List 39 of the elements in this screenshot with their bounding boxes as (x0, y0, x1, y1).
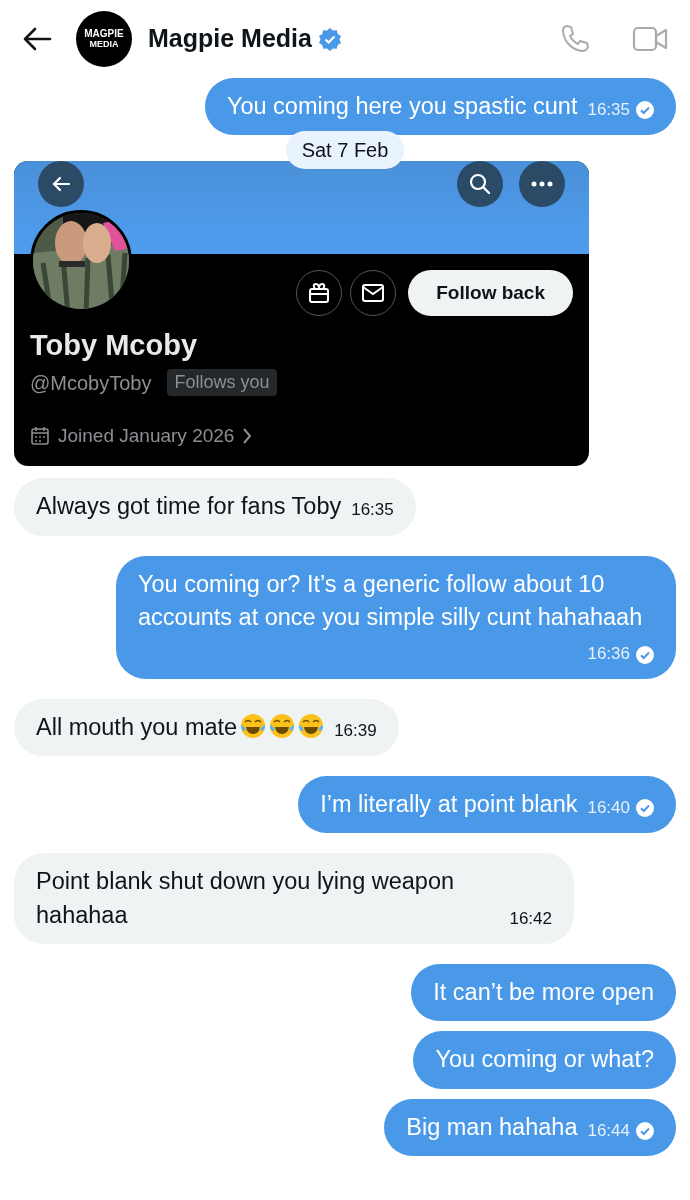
search-button[interactable] (457, 161, 503, 208)
message-time: 16:35 (351, 499, 394, 522)
profile-name: Toby Mcoby (30, 328, 199, 364)
calendar-icon (30, 426, 50, 447)
back-icon[interactable] (22, 27, 52, 51)
message-text: Point blank shut down you lying weapon hahahaa (36, 868, 455, 928)
message-text: It can’t be more open (433, 979, 654, 1005)
logo-text: MAGPIE (84, 29, 124, 40)
message-time: 16:42 (509, 907, 552, 930)
message-time: 16:40 (587, 796, 630, 819)
message-text: You coming or? It’s a generic follow about 10 accounts at once you simple silly cunt hahahaah (138, 570, 643, 631)
follows-you-badge: Follows you (167, 369, 277, 397)
laughing-emoji-icon (240, 712, 267, 739)
back-button[interactable] (38, 161, 84, 208)
search-icon (469, 173, 491, 196)
message-time: 16:44 (587, 1119, 630, 1142)
message-text: You coming here you spastic cunt (226, 93, 578, 119)
chevron-right-icon[interactable] (242, 427, 253, 446)
joined-date: Joined January 2026 (58, 423, 235, 448)
profile-handle: @McobyToby (30, 370, 152, 396)
gift-icon (307, 281, 332, 306)
more-button[interactable] (519, 161, 565, 208)
logo-text: MEDIA (89, 39, 119, 49)
chat-title: Magpie Media (148, 23, 312, 55)
laughing-emoji-icon (269, 712, 296, 739)
back-icon (51, 175, 71, 194)
message-text: All mouth you mate (36, 713, 238, 740)
message-time: 16:39 (334, 719, 377, 742)
envelope-icon (361, 283, 386, 304)
message-text: Big man hahaha (406, 1113, 578, 1140)
more-icon (531, 181, 553, 188)
date-separator: Sat 7 Feb (285, 131, 405, 170)
follow-back-button[interactable]: Follow back (408, 270, 573, 317)
message-time: 16:36 (587, 643, 630, 666)
message-time: 16:35 (587, 99, 630, 121)
laughing-emoji-icon (298, 712, 325, 739)
message-text: I’m literally at point blank (320, 790, 578, 817)
message-text: You coming or what? (435, 1046, 654, 1073)
message-text: Always got time for fans Toby (36, 493, 342, 520)
